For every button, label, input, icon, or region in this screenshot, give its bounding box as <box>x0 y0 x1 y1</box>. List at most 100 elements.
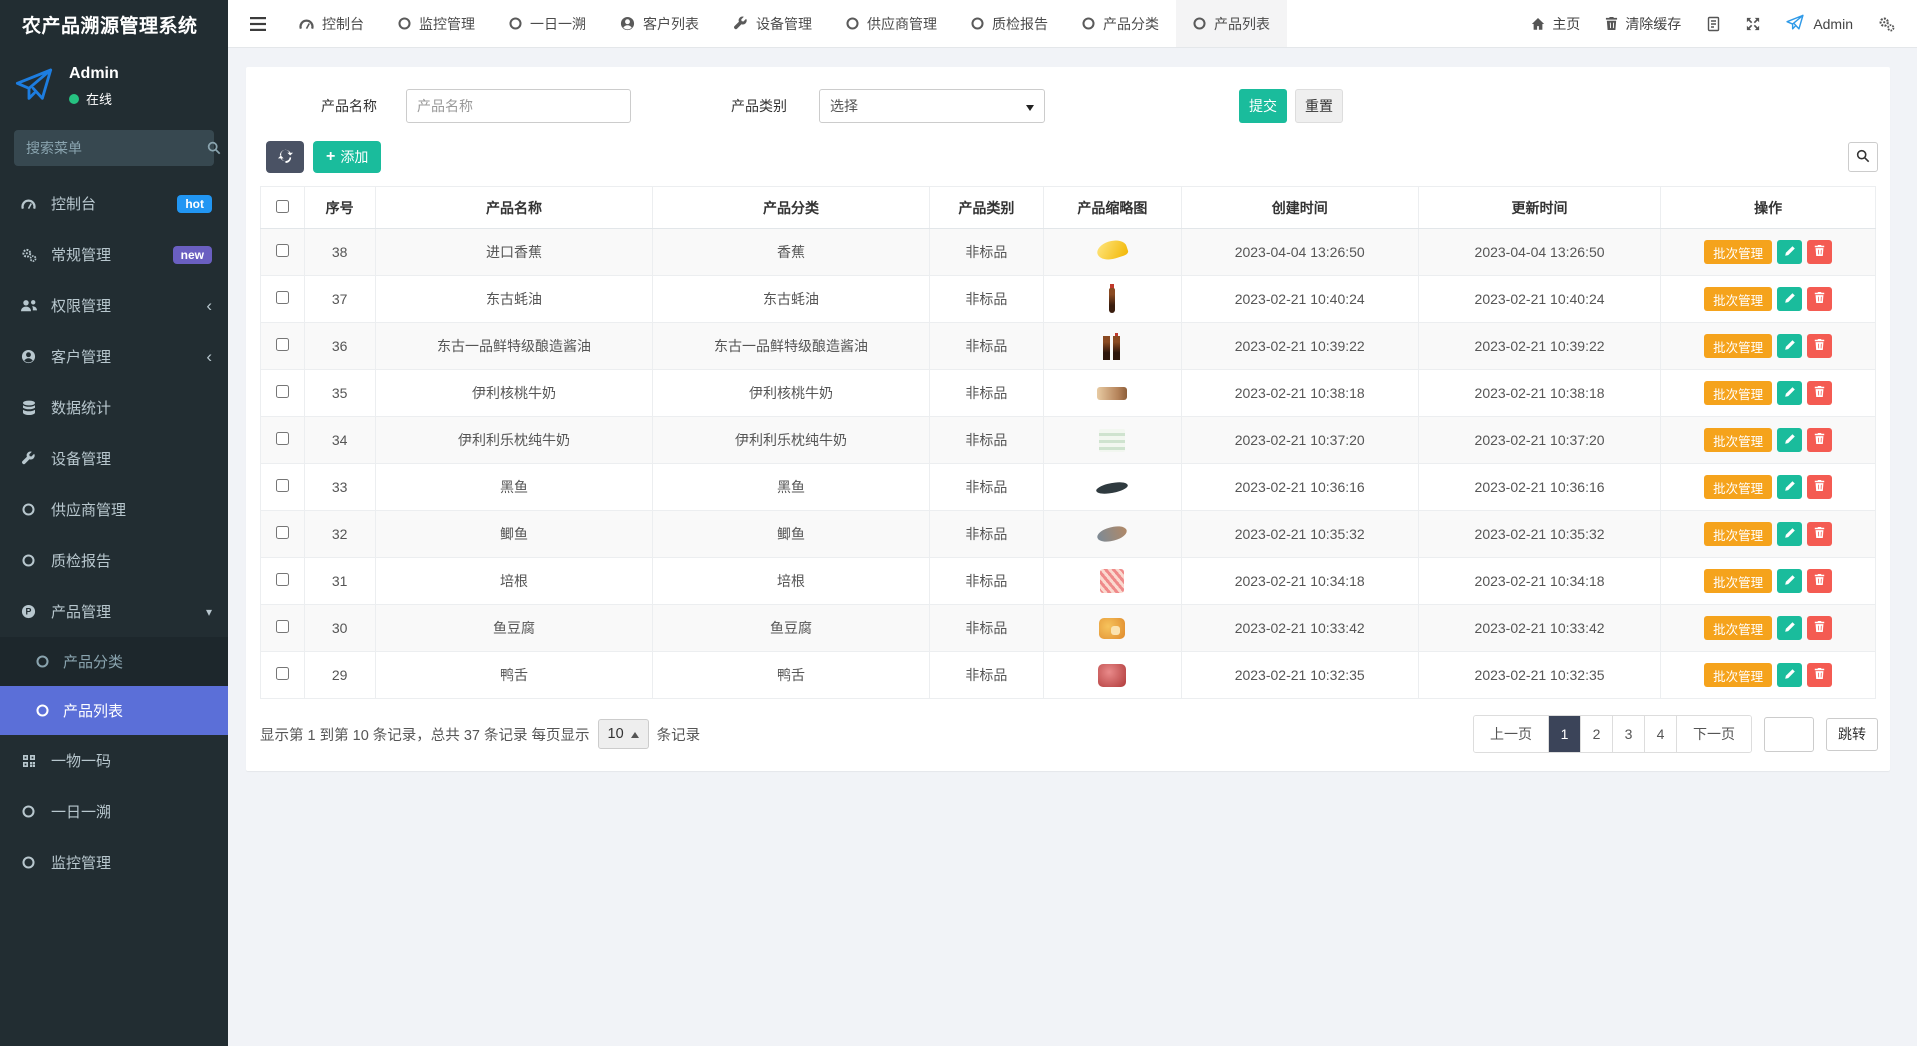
sidebar-item-day-trace[interactable]: 一日一溯 <box>0 786 228 837</box>
sidebar-item-permission[interactable]: 权限管理‹ <box>0 280 228 331</box>
tab-console[interactable]: 控制台 <box>282 0 381 47</box>
edit-button[interactable] <box>1777 522 1802 546</box>
prev-page-button[interactable]: 上一页 <box>1474 716 1549 752</box>
sidebar-item-monitor[interactable]: 监控管理 <box>0 837 228 888</box>
page-button-4[interactable]: 4 <box>1645 716 1677 752</box>
batch-manage-button[interactable]: 批次管理 <box>1704 616 1772 640</box>
sidebar-item-qc-report[interactable]: 质检报告 <box>0 535 228 586</box>
product-name-label: 产品名称 <box>246 96 377 116</box>
product-name: 东古蚝油 <box>375 276 653 323</box>
table-search-button[interactable] <box>1848 142 1878 172</box>
reset-button[interactable]: 重置 <box>1295 89 1343 123</box>
sidebar-toggle-hamburger-icon[interactable] <box>228 0 282 47</box>
batch-manage-button[interactable]: 批次管理 <box>1704 381 1772 405</box>
select-all-checkbox[interactable] <box>276 200 289 213</box>
edit-button[interactable] <box>1777 569 1802 593</box>
add-button[interactable]: + 添加 <box>313 141 381 173</box>
tab-device[interactable]: 设备管理 <box>716 0 829 47</box>
settings-gears-icon[interactable] <box>1878 16 1895 32</box>
sidebar-item-product[interactable]: P产品管理▾ <box>0 586 228 637</box>
sidebar-item-stats[interactable]: 数据统计 <box>0 382 228 433</box>
delete-button[interactable] <box>1807 663 1832 687</box>
batch-manage-button[interactable]: 批次管理 <box>1704 287 1772 311</box>
tab-day-trace[interactable]: 一日一溯 <box>492 0 603 47</box>
delete-button[interactable] <box>1807 475 1832 499</box>
created-time: 2023-02-21 10:38:18 <box>1181 370 1418 417</box>
sidebar-subitem-product-category[interactable]: 产品分类 <box>0 637 228 686</box>
batch-manage-button[interactable]: 批次管理 <box>1704 475 1772 499</box>
edit-button[interactable] <box>1777 428 1802 452</box>
page-button-2[interactable]: 2 <box>1581 716 1613 752</box>
row-checkbox[interactable] <box>276 432 289 445</box>
batch-manage-button[interactable]: 批次管理 <box>1704 428 1772 452</box>
records-summary: 显示第 1 到第 10 条记录，总共 37 条记录 每页显示 10 条记录 <box>260 719 700 749</box>
edit-button[interactable] <box>1777 475 1802 499</box>
home-link[interactable]: 主页 <box>1531 14 1580 34</box>
edit-button[interactable] <box>1777 287 1802 311</box>
tab-label: 产品分类 <box>1103 14 1159 34</box>
row-checkbox[interactable] <box>276 385 289 398</box>
row-checkbox[interactable] <box>276 620 289 633</box>
sidebar-subitem-product-list[interactable]: 产品列表 <box>0 686 228 735</box>
row-checkbox[interactable] <box>276 338 289 351</box>
top-navbar: 控制台监控管理一日一溯客户列表设备管理供应商管理质检报告产品分类产品列表 主页 … <box>228 0 1917 48</box>
batch-manage-button[interactable]: 批次管理 <box>1704 522 1772 546</box>
delete-button[interactable] <box>1807 428 1832 452</box>
sidebar-item-console[interactable]: 控制台hot <box>0 178 228 229</box>
pencil-icon <box>1784 621 1796 636</box>
log-document-icon[interactable] <box>1706 16 1721 32</box>
delete-button[interactable] <box>1807 381 1832 405</box>
jump-page-input[interactable] <box>1764 717 1814 752</box>
page-button-3[interactable]: 3 <box>1613 716 1645 752</box>
search-icon[interactable] <box>207 141 221 155</box>
tab-supplier[interactable]: 供应商管理 <box>829 0 954 47</box>
sidebar-item-one-code[interactable]: 一物一码 <box>0 735 228 786</box>
per-page-select[interactable]: 10 <box>598 719 649 749</box>
pencil-icon <box>1784 480 1796 495</box>
batch-manage-button[interactable]: 批次管理 <box>1704 663 1772 687</box>
edit-button[interactable] <box>1777 616 1802 640</box>
fullscreen-icon[interactable] <box>1746 17 1760 31</box>
row-checkbox[interactable] <box>276 573 289 586</box>
delete-button[interactable] <box>1807 240 1832 264</box>
refresh-button[interactable] <box>266 141 304 173</box>
product-name-input[interactable] <box>406 89 631 123</box>
edit-button[interactable] <box>1777 381 1802 405</box>
edit-button[interactable] <box>1777 663 1802 687</box>
batch-manage-button[interactable]: 批次管理 <box>1704 334 1772 358</box>
edit-button[interactable] <box>1777 240 1802 264</box>
row-checkbox[interactable] <box>276 479 289 492</box>
row-select-cell <box>261 511 305 558</box>
edit-button[interactable] <box>1777 334 1802 358</box>
jump-button[interactable]: 跳转 <box>1826 718 1878 751</box>
batch-manage-button[interactable]: 批次管理 <box>1704 569 1772 593</box>
tab-monitor[interactable]: 监控管理 <box>381 0 492 47</box>
delete-button[interactable] <box>1807 569 1832 593</box>
delete-button[interactable] <box>1807 334 1832 358</box>
clear-cache-link[interactable]: 清除缓存 <box>1605 14 1681 34</box>
row-checkbox[interactable] <box>276 667 289 680</box>
row-checkbox[interactable] <box>276 244 289 257</box>
delete-button[interactable] <box>1807 287 1832 311</box>
sidebar-item-customer[interactable]: 客户管理‹ <box>0 331 228 382</box>
row-id: 36 <box>304 323 375 370</box>
delete-button[interactable] <box>1807 616 1832 640</box>
tab-product-category[interactable]: 产品分类 <box>1065 0 1176 47</box>
submit-button[interactable]: 提交 <box>1239 89 1287 123</box>
batch-manage-button[interactable]: 批次管理 <box>1704 240 1772 264</box>
tab-product-list[interactable]: 产品列表 <box>1176 0 1287 47</box>
row-id: 37 <box>304 276 375 323</box>
row-checkbox[interactable] <box>276 291 289 304</box>
product-type-select[interactable]: 选择 <box>819 89 1045 123</box>
next-page-button[interactable]: 下一页 <box>1677 716 1751 752</box>
delete-button[interactable] <box>1807 522 1832 546</box>
sidebar-item-supplier[interactable]: 供应商管理 <box>0 484 228 535</box>
tab-qc-report[interactable]: 质检报告 <box>954 0 1065 47</box>
sidebar-item-device[interactable]: 设备管理 <box>0 433 228 484</box>
page-button-1[interactable]: 1 <box>1549 716 1581 752</box>
tab-customer-list[interactable]: 客户列表 <box>603 0 716 47</box>
admin-user-menu[interactable]: Admin <box>1785 13 1853 35</box>
row-checkbox[interactable] <box>276 526 289 539</box>
sidebar-item-general[interactable]: 常规管理new <box>0 229 228 280</box>
menu-search-input[interactable] <box>26 140 207 156</box>
